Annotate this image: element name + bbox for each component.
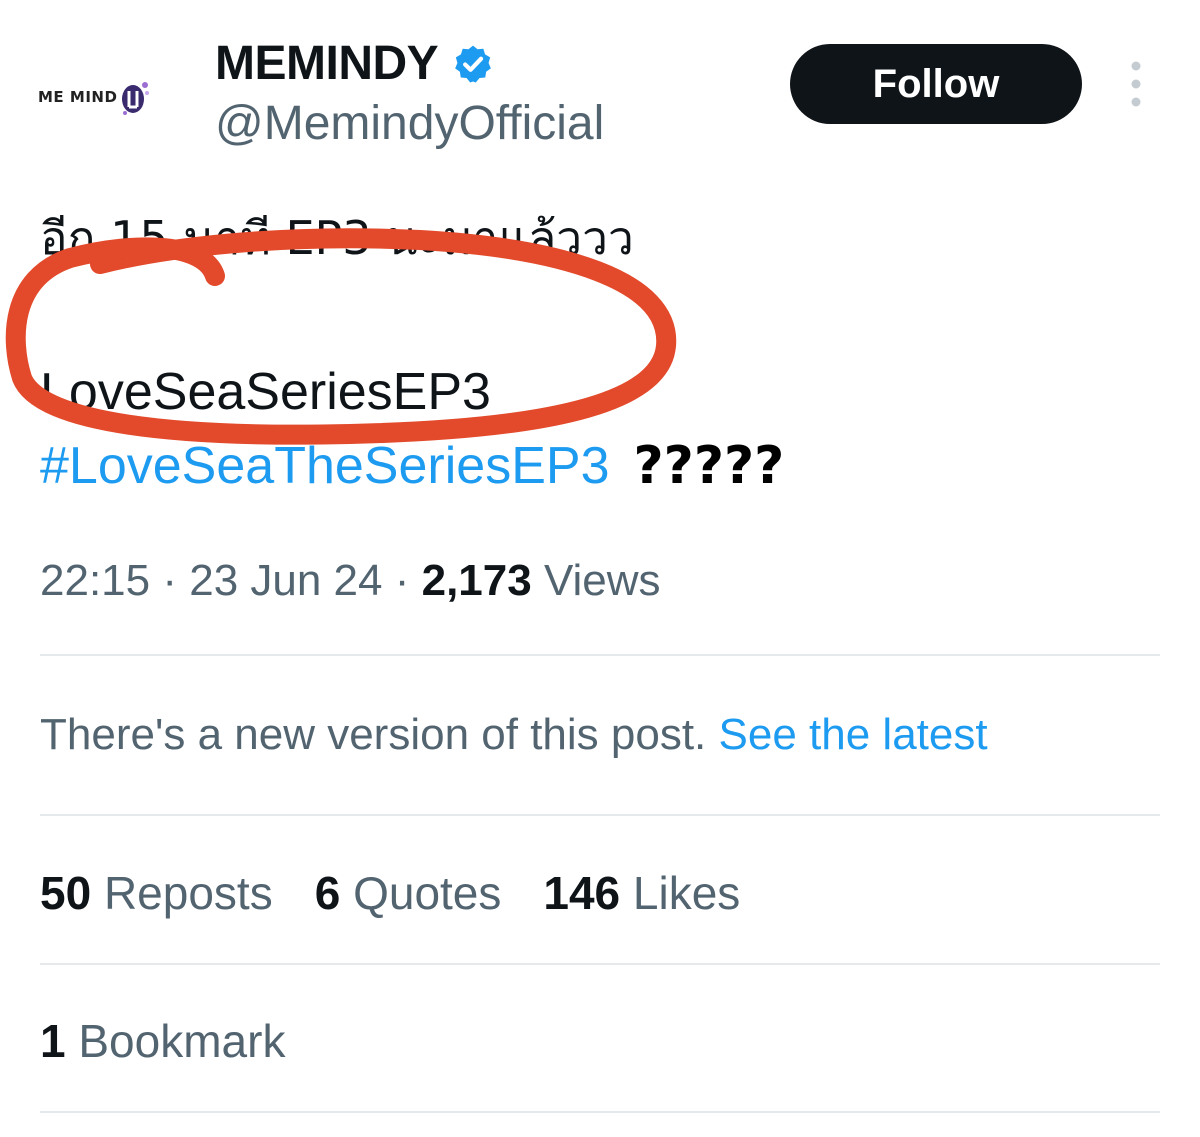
bookmarks-stat[interactable]: 1 Bookmark: [40, 1014, 285, 1068]
avatar[interactable]: ME MIND: [38, 62, 178, 132]
likes-stat[interactable]: 146 Likes: [543, 867, 740, 919]
post-time[interactable]: 22:15: [40, 556, 150, 605]
edit-notice-text: There's a new version of this post.: [40, 710, 707, 759]
quotes-count: 6: [314, 867, 341, 919]
post-stats: 50 Reposts 6 Quotes 146 Likes: [40, 866, 740, 920]
edit-notice: There's a new version of this post. See …: [40, 710, 988, 760]
bookmarks-label: Bookmark: [78, 1015, 286, 1067]
quotes-stat[interactable]: 6 Quotes: [315, 867, 502, 919]
user-handle[interactable]: @MemindyOfficial: [215, 96, 604, 151]
post-text-line-1: อีก 15 นาที EP3 นะมาแล้ววว: [40, 211, 634, 265]
meta-separator: ·: [382, 556, 422, 605]
bookmarks-count: 1: [40, 1015, 66, 1067]
verified-badge-icon: [455, 45, 492, 83]
post-date[interactable]: 23 Jun 24: [189, 556, 382, 605]
divider: [40, 1111, 1160, 1113]
views-label: Views: [543, 556, 661, 605]
meta-separator: ·: [150, 556, 190, 605]
reposts-stat[interactable]: 50 Reposts: [40, 867, 273, 919]
divider: [40, 814, 1160, 816]
post-meta: 22:15 · 23 Jun 24 · 2,173 Views: [40, 556, 661, 606]
likes-label: Likes: [632, 867, 741, 919]
quotes-label: Quotes: [353, 867, 502, 919]
post-hashtag-line: #LoveSeaTheSeriesEP3?????: [40, 436, 784, 496]
more-options-icon[interactable]: [1122, 58, 1150, 110]
divider: [40, 654, 1160, 656]
display-name-text: MEMINDY: [215, 37, 439, 90]
display-name[interactable]: MEMINDY: [215, 36, 494, 91]
divider: [40, 963, 1160, 965]
avatar-logo-text: ME MIND: [38, 88, 118, 106]
likes-count: 146: [543, 867, 621, 919]
reposts-count: 50: [40, 867, 92, 919]
views-count: 2,173: [421, 556, 532, 605]
hashtag-link[interactable]: #LoveSeaTheSeriesEP3: [40, 437, 610, 495]
reposts-label: Reposts: [103, 867, 273, 919]
follow-button[interactable]: Follow: [790, 44, 1082, 124]
see-latest-link[interactable]: See the latest: [719, 710, 988, 759]
annotation-question-marks: ?????: [633, 436, 785, 496]
post-text-line-2: LoveSeaSeriesEP3: [40, 363, 491, 421]
logo-icon: [122, 82, 150, 115]
